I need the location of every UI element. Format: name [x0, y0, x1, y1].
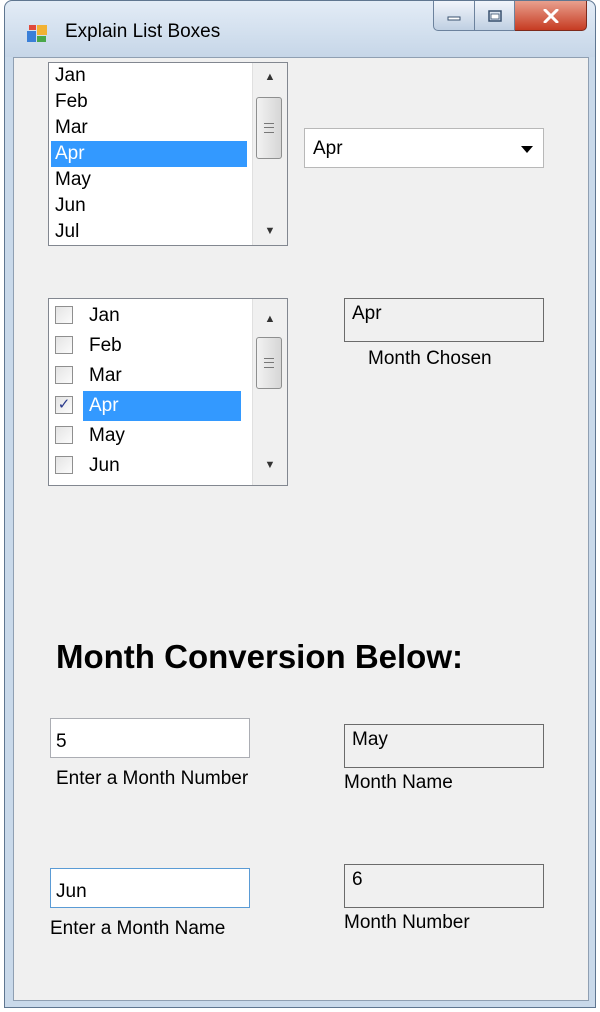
- month-chosen-caption: Month Chosen: [368, 348, 492, 369]
- app-window: Explain List Boxes Jan Feb Mar Apr May J…: [4, 0, 596, 1008]
- checked-list-item-label: Mar: [89, 365, 122, 386]
- checkbox[interactable]: [55, 456, 73, 474]
- checked-list-item-label: May: [89, 425, 125, 446]
- list-item[interactable]: May: [51, 167, 247, 193]
- month-number-input[interactable]: [50, 718, 250, 758]
- list-item[interactable]: Jan: [51, 63, 247, 89]
- month-name-input[interactable]: [50, 868, 250, 908]
- checkbox[interactable]: [55, 306, 73, 324]
- month-listbox[interactable]: Jan Feb Mar Apr May Jun Jul ▲ ▼: [48, 62, 288, 246]
- month-number-output: 6: [344, 864, 544, 908]
- scroll-up-arrow-icon[interactable]: ▲: [253, 65, 287, 89]
- close-button[interactable]: [515, 1, 587, 31]
- dropdown-arrow-icon[interactable]: [521, 146, 533, 153]
- month-name-caption: Month Name: [344, 772, 453, 793]
- checkbox-checked[interactable]: ✓: [55, 396, 73, 414]
- checked-list-item-label: Jan: [89, 305, 120, 326]
- list-item[interactable]: Jun: [51, 193, 247, 219]
- minimize-icon: [447, 16, 461, 20]
- checkbox[interactable]: [55, 336, 73, 354]
- checked-list-item[interactable]: Mar: [51, 361, 247, 391]
- form-client-area: Jan Feb Mar Apr May Jun Jul ▲ ▼ Apr Jan …: [13, 57, 589, 1001]
- listbox-scrollbar[interactable]: ▲ ▼: [252, 63, 287, 245]
- checkbox[interactable]: [55, 366, 73, 384]
- scroll-down-arrow-icon[interactable]: ▼: [253, 219, 287, 243]
- title-bar[interactable]: Explain List Boxes: [5, 1, 595, 57]
- list-item[interactable]: Feb: [51, 89, 247, 115]
- minimize-button[interactable]: [433, 1, 475, 31]
- maximize-button[interactable]: [475, 1, 515, 31]
- scroll-down-arrow-icon[interactable]: ▼: [253, 453, 287, 477]
- conversion-heading: Month Conversion Below:: [56, 638, 463, 675]
- checked-list-item[interactable]: May: [51, 421, 247, 451]
- checked-list-item-label: Jun: [89, 455, 120, 476]
- list-item[interactable]: Mar: [51, 115, 247, 141]
- month-name-output: May: [344, 724, 544, 768]
- checkbox[interactable]: [55, 426, 73, 444]
- scroll-thumb[interactable]: [256, 97, 282, 159]
- month-chosen-output: Apr: [344, 298, 544, 342]
- scroll-thumb[interactable]: [256, 337, 282, 389]
- checked-list-item[interactable]: Jun: [51, 451, 247, 481]
- scroll-up-arrow-icon[interactable]: ▲: [253, 307, 287, 331]
- close-icon: [543, 8, 558, 23]
- window-title: Explain List Boxes: [65, 21, 221, 42]
- month-name-input-caption: Enter a Month Name: [50, 918, 226, 939]
- checked-list-item-label: Apr: [83, 391, 241, 421]
- checked-list-item-label: Feb: [89, 335, 122, 356]
- checked-list-item[interactable]: Feb: [51, 331, 247, 361]
- combobox-value: Apr: [313, 138, 343, 159]
- month-number-caption: Enter a Month Number: [56, 768, 249, 789]
- checked-list-item[interactable]: Jan: [51, 301, 247, 331]
- checked-list-item-selected[interactable]: ✓ Apr: [51, 391, 247, 421]
- list-item[interactable]: Jul: [51, 219, 247, 245]
- month-number-output-caption: Month Number: [344, 912, 470, 933]
- month-combobox[interactable]: Apr: [304, 128, 544, 168]
- grip-icon: [264, 358, 274, 368]
- checked-listbox-scrollbar[interactable]: ▲ ▼: [252, 299, 287, 485]
- check-mark-icon: ✓: [57, 396, 71, 413]
- grip-icon: [264, 123, 274, 133]
- maximize-icon: [487, 9, 502, 22]
- window-controls: [433, 1, 587, 39]
- form-app-icon: [27, 25, 47, 42]
- list-item-selected[interactable]: Apr: [51, 141, 247, 167]
- month-checked-listbox[interactable]: Jan Feb Mar ✓ Apr May Jun ▲ ▼: [48, 298, 288, 486]
